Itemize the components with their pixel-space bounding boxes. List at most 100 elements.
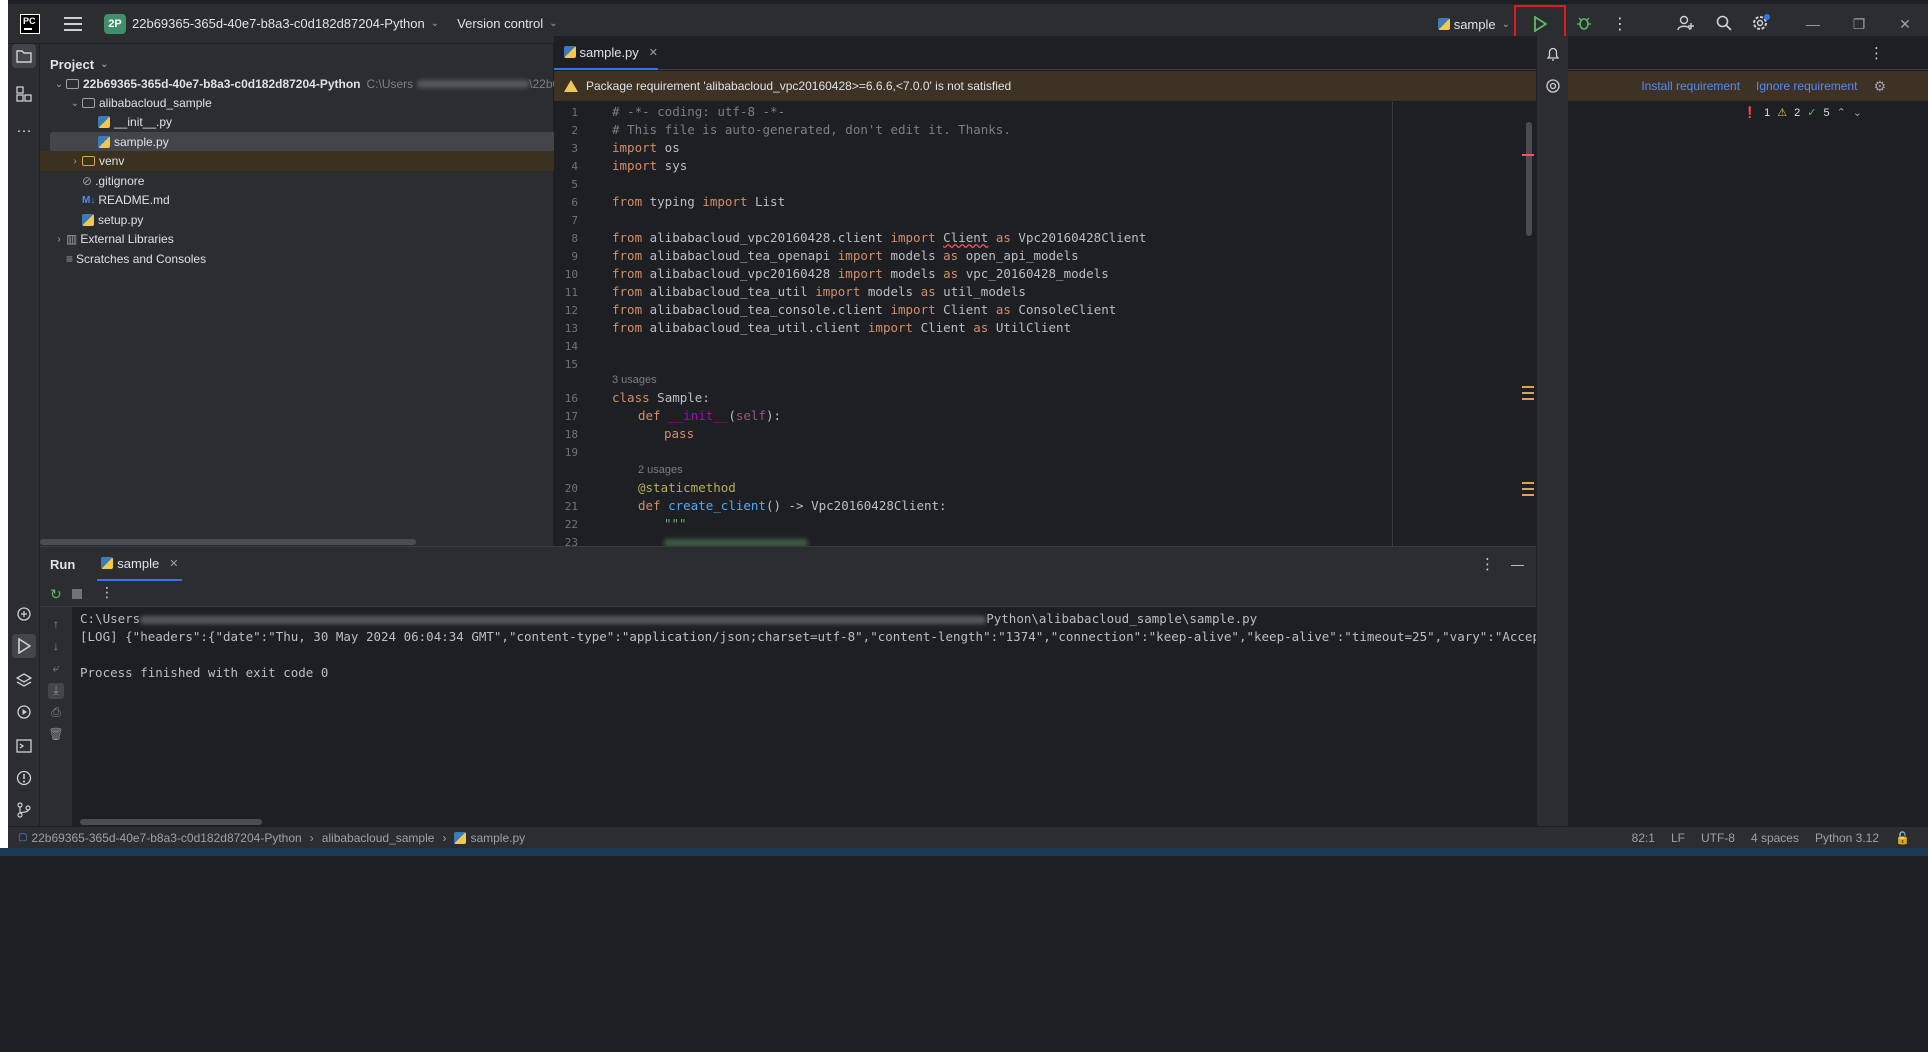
version-control-label: Version control bbox=[457, 16, 544, 31]
ignore-requirement-link[interactable]: Ignore requirement bbox=[1756, 79, 1857, 93]
python-interpreter[interactable]: Python 3.12 bbox=[1815, 831, 1879, 845]
error-stripe-marker[interactable] bbox=[1522, 154, 1534, 156]
taskbar-strip bbox=[0, 848, 1928, 856]
project-selector[interactable]: 22b69365-365d-40e7-b8a3-c0d182d87204-Pyt… bbox=[132, 16, 439, 31]
editor-vertical-scrollbar[interactable] bbox=[1526, 122, 1532, 236]
tree-item-external-libraries[interactable]: › ▥ External Libraries bbox=[40, 229, 173, 249]
inspection-widget[interactable]: ❗ 1 ⚠ 2 ✓ 5 ⌃ ⌄ bbox=[1740, 106, 1866, 120]
line-number: 9 bbox=[571, 250, 578, 263]
code-line: from alibabacloud_vpc20160428.client imp… bbox=[612, 230, 1147, 245]
window-edge bbox=[0, 0, 8, 856]
console-horizontal-scrollbar[interactable] bbox=[80, 819, 262, 825]
arrow-up-icon[interactable]: ↑ bbox=[48, 617, 64, 633]
tree-item-scratches[interactable]: ≡ Scratches and Consoles bbox=[40, 249, 206, 269]
print-icon[interactable]: ⎙ bbox=[48, 705, 64, 721]
tab-sample-py[interactable]: sample.py ✕ bbox=[554, 36, 658, 70]
more-tabs-icon[interactable]: ⋮ bbox=[1869, 44, 1884, 62]
arrow-down-icon[interactable]: ↓ bbox=[48, 639, 64, 655]
project-horizontal-scrollbar[interactable] bbox=[40, 539, 416, 545]
search-icon[interactable] bbox=[1706, 14, 1742, 35]
minimize-button[interactable]: — bbox=[1790, 16, 1836, 32]
tree-item-init[interactable]: __init__.py bbox=[40, 112, 172, 132]
tree-root[interactable]: ⌄ 22b69365-365d-40e7-b8a3-c0d182d87204-P… bbox=[40, 74, 603, 94]
close-button[interactable]: ✕ bbox=[1882, 16, 1928, 33]
usages-hint[interactable]: 3 usages bbox=[612, 374, 657, 386]
line-number: 5 bbox=[571, 178, 578, 191]
gear-icon[interactable]: ⚙ bbox=[1873, 78, 1886, 95]
git-branch-icon[interactable] bbox=[12, 798, 36, 822]
close-tab-icon[interactable]: ✕ bbox=[649, 46, 658, 59]
settings-gear-icon[interactable] bbox=[1742, 13, 1778, 35]
project-tool-icon[interactable] bbox=[12, 44, 36, 68]
tree-item-venv[interactable]: › venv bbox=[40, 151, 554, 171]
breadcrumb-file[interactable]: sample.py bbox=[470, 831, 525, 845]
chevron-down-icon: ⌄ bbox=[549, 18, 558, 29]
structure-tool-icon[interactable] bbox=[12, 82, 36, 106]
warning-stripe-marker[interactable] bbox=[1522, 386, 1534, 388]
restore-button[interactable]: ❐ bbox=[1836, 16, 1882, 33]
rerun-icon[interactable]: ↻ bbox=[50, 586, 62, 603]
more-tools-icon[interactable]: … bbox=[12, 116, 36, 140]
tree-item-gitignore[interactable]: ⊘ .gitignore bbox=[40, 171, 144, 191]
chevron-up-icon[interactable]: ⌃ bbox=[1837, 106, 1846, 119]
debug-button[interactable] bbox=[1566, 15, 1602, 34]
warning-stripe-marker[interactable] bbox=[1522, 398, 1534, 400]
warning-stripe-marker[interactable] bbox=[1522, 494, 1534, 496]
minimize-panel-icon[interactable]: — bbox=[1511, 557, 1524, 572]
pycharm-logo[interactable]: PC bbox=[20, 13, 40, 34]
main-menu-icon[interactable] bbox=[64, 16, 82, 31]
root-path-prefix: C:\Users bbox=[366, 77, 414, 91]
console-output[interactable]: C:\Users Python\alibabacloud_sample\sampl… bbox=[80, 609, 1536, 809]
problems-icon[interactable] bbox=[12, 766, 36, 790]
code-area[interactable]: # -*- coding: utf-8 -*- # This file is a… bbox=[612, 102, 1392, 546]
file-encoding[interactable]: UTF-8 bbox=[1701, 831, 1735, 845]
indent-setting[interactable]: 4 spaces bbox=[1751, 831, 1799, 845]
line-number: 14 bbox=[564, 340, 578, 353]
terminal-icon[interactable] bbox=[12, 734, 36, 758]
chevron-down-icon[interactable]: ⌄ bbox=[1853, 106, 1862, 119]
warning-stripe-marker[interactable] bbox=[1522, 392, 1534, 394]
tree-item-setup-py[interactable]: setup.py bbox=[40, 210, 143, 230]
right-margin-guide bbox=[1392, 102, 1393, 546]
console-line: Process finished with exit code 0 bbox=[80, 665, 329, 680]
trash-icon[interactable]: 🗑 bbox=[48, 727, 64, 743]
layers-icon[interactable] bbox=[12, 668, 36, 692]
more-actions-icon[interactable]: ⋮ bbox=[1602, 14, 1638, 34]
tree-item-readme[interactable]: M↓ README.md bbox=[40, 190, 170, 210]
chevron-right-icon: › bbox=[442, 830, 447, 845]
run-tool-icon[interactable] bbox=[12, 634, 36, 658]
soft-wrap-icon[interactable]: ⤶ bbox=[48, 661, 64, 677]
notifications-icon[interactable] bbox=[1541, 42, 1565, 66]
caret-position[interactable]: 82:1 bbox=[1632, 831, 1655, 845]
ai-assistant-icon[interactable] bbox=[1541, 74, 1565, 98]
run-tab-sample[interactable]: sample ✕ bbox=[97, 547, 183, 581]
status-bar: ▢ 22b69365-365d-40e7-b8a3-c0d182d87204-P… bbox=[8, 826, 1928, 848]
warning-stripe-marker[interactable] bbox=[1522, 488, 1534, 490]
lock-icon[interactable]: 🔓 bbox=[1895, 831, 1910, 845]
stop-icon[interactable] bbox=[72, 589, 82, 599]
code-line: # -*- coding: utf-8 -*- bbox=[612, 104, 786, 119]
tree-item-sample-py[interactable]: sample.py bbox=[50, 132, 584, 152]
more-icon[interactable]: ⋮ bbox=[100, 584, 114, 601]
project-badge[interactable]: 2P bbox=[104, 13, 126, 34]
services-icon[interactable] bbox=[12, 700, 36, 724]
folder-icon bbox=[82, 156, 95, 166]
run-config-selector[interactable]: sample ⌄ bbox=[1437, 17, 1510, 32]
install-requirement-link[interactable]: Install requirement bbox=[1641, 79, 1740, 93]
close-tab-icon[interactable]: ✕ bbox=[169, 557, 178, 570]
line-separator[interactable]: LF bbox=[1671, 831, 1685, 845]
version-control-menu[interactable]: Version control ⌄ bbox=[457, 16, 557, 31]
breadcrumb-folder[interactable]: alibabacloud_sample bbox=[322, 831, 435, 845]
ok-count: 5 bbox=[1823, 106, 1830, 119]
warning-stripe-marker[interactable] bbox=[1522, 482, 1534, 484]
more-options-icon[interactable]: ⋮ bbox=[1480, 555, 1495, 573]
usages-hint[interactable]: 2 usages bbox=[638, 464, 683, 476]
scroll-to-end-icon[interactable]: ⤓ bbox=[48, 683, 64, 699]
tree-item-alibabacloud-sample[interactable]: ⌄ alibabacloud_sample bbox=[40, 93, 212, 113]
tree-item-label: .gitignore bbox=[95, 174, 145, 188]
code-line: from alibabacloud_tea_openapi import mod… bbox=[612, 248, 1079, 263]
add-user-icon[interactable] bbox=[1666, 14, 1706, 35]
python-console-icon[interactable] bbox=[12, 602, 36, 626]
breadcrumb-project[interactable]: 22b69365-365d-40e7-b8a3-c0d182d87204-Pyt… bbox=[31, 831, 301, 845]
line-number: 16 bbox=[564, 392, 578, 405]
